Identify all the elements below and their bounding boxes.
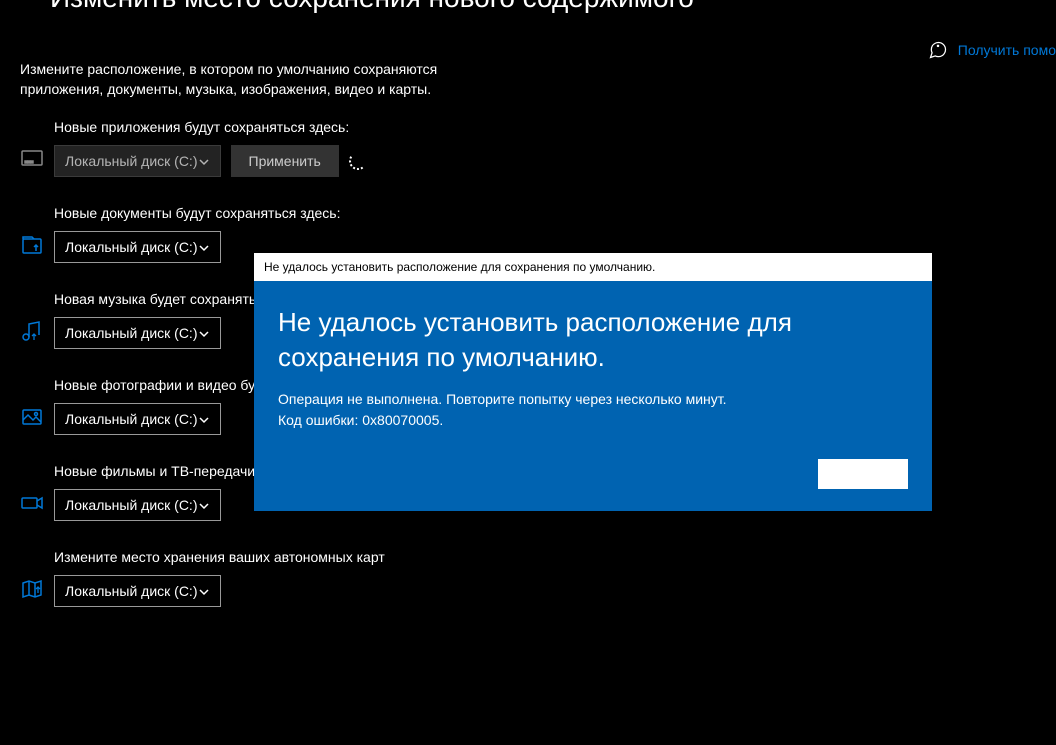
help-link-container: Получить помо xyxy=(928,40,1056,60)
chevron-down-icon xyxy=(198,499,210,511)
page-title: Изменить место сохранения нового содержи… xyxy=(50,0,694,14)
setting-label: Измените место хранения ваших автономных… xyxy=(54,549,1036,565)
apps-icon xyxy=(20,147,44,171)
dropdown-value: Локальный диск (C:) xyxy=(65,411,198,427)
dropdown-value: Локальный диск (C:) xyxy=(65,239,198,255)
chevron-down-icon xyxy=(198,413,210,425)
dialog-close-button[interactable] xyxy=(818,459,908,489)
help-link[interactable]: Получить помо xyxy=(958,42,1056,58)
movies-icon xyxy=(20,491,44,515)
disk-dropdown-photos[interactable]: Локальный диск (C:) xyxy=(54,403,221,435)
documents-icon xyxy=(20,233,44,257)
dropdown-value: Локальный диск (C:) xyxy=(65,153,198,169)
dropdown-value: Локальный диск (C:) xyxy=(65,583,198,599)
maps-icon xyxy=(20,577,44,601)
dropdown-value: Локальный диск (C:) xyxy=(65,325,198,341)
music-icon xyxy=(20,319,44,343)
disk-dropdown-apps: Локальный диск (C:) xyxy=(54,145,221,177)
setting-label: Новые приложения будут сохраняться здесь… xyxy=(54,119,1036,135)
disk-dropdown-maps[interactable]: Локальный диск (C:) xyxy=(54,575,221,607)
setting-row-maps: Измените место хранения ваших автономных… xyxy=(20,549,1036,607)
dialog-titlebar: Не удалось установить расположение для с… xyxy=(254,253,932,281)
disk-dropdown-movies[interactable]: Локальный диск (C:) xyxy=(54,489,221,521)
apply-button[interactable]: Применить xyxy=(231,145,339,177)
disk-dropdown-documents[interactable]: Локальный диск (C:) xyxy=(54,231,221,263)
error-dialog: Не удалось установить расположение для с… xyxy=(254,253,932,511)
page-description: Измените расположение, в котором по умол… xyxy=(0,20,500,119)
dialog-heading: Не удалось установить расположение для с… xyxy=(278,305,908,375)
setting-row-apps: Новые приложения будут сохраняться здесь… xyxy=(20,119,1036,177)
dialog-message-line: Код ошибки: 0x80070005. xyxy=(278,410,908,431)
chevron-down-icon xyxy=(198,327,210,339)
disk-dropdown-music[interactable]: Локальный диск (C:) xyxy=(54,317,221,349)
dialog-message-line: Операция не выполнена. Повторите попытку… xyxy=(278,389,908,410)
photos-icon xyxy=(20,405,44,429)
chevron-down-icon xyxy=(198,155,210,167)
loading-spinner-icon xyxy=(349,152,367,170)
help-chat-icon xyxy=(928,40,948,60)
dialog-message: Операция не выполнена. Повторите попытку… xyxy=(278,389,908,431)
dropdown-value: Локальный диск (C:) xyxy=(65,497,198,513)
chevron-down-icon xyxy=(198,241,210,253)
chevron-down-icon xyxy=(198,585,210,597)
setting-label: Новые документы будут сохраняться здесь: xyxy=(54,205,1036,221)
